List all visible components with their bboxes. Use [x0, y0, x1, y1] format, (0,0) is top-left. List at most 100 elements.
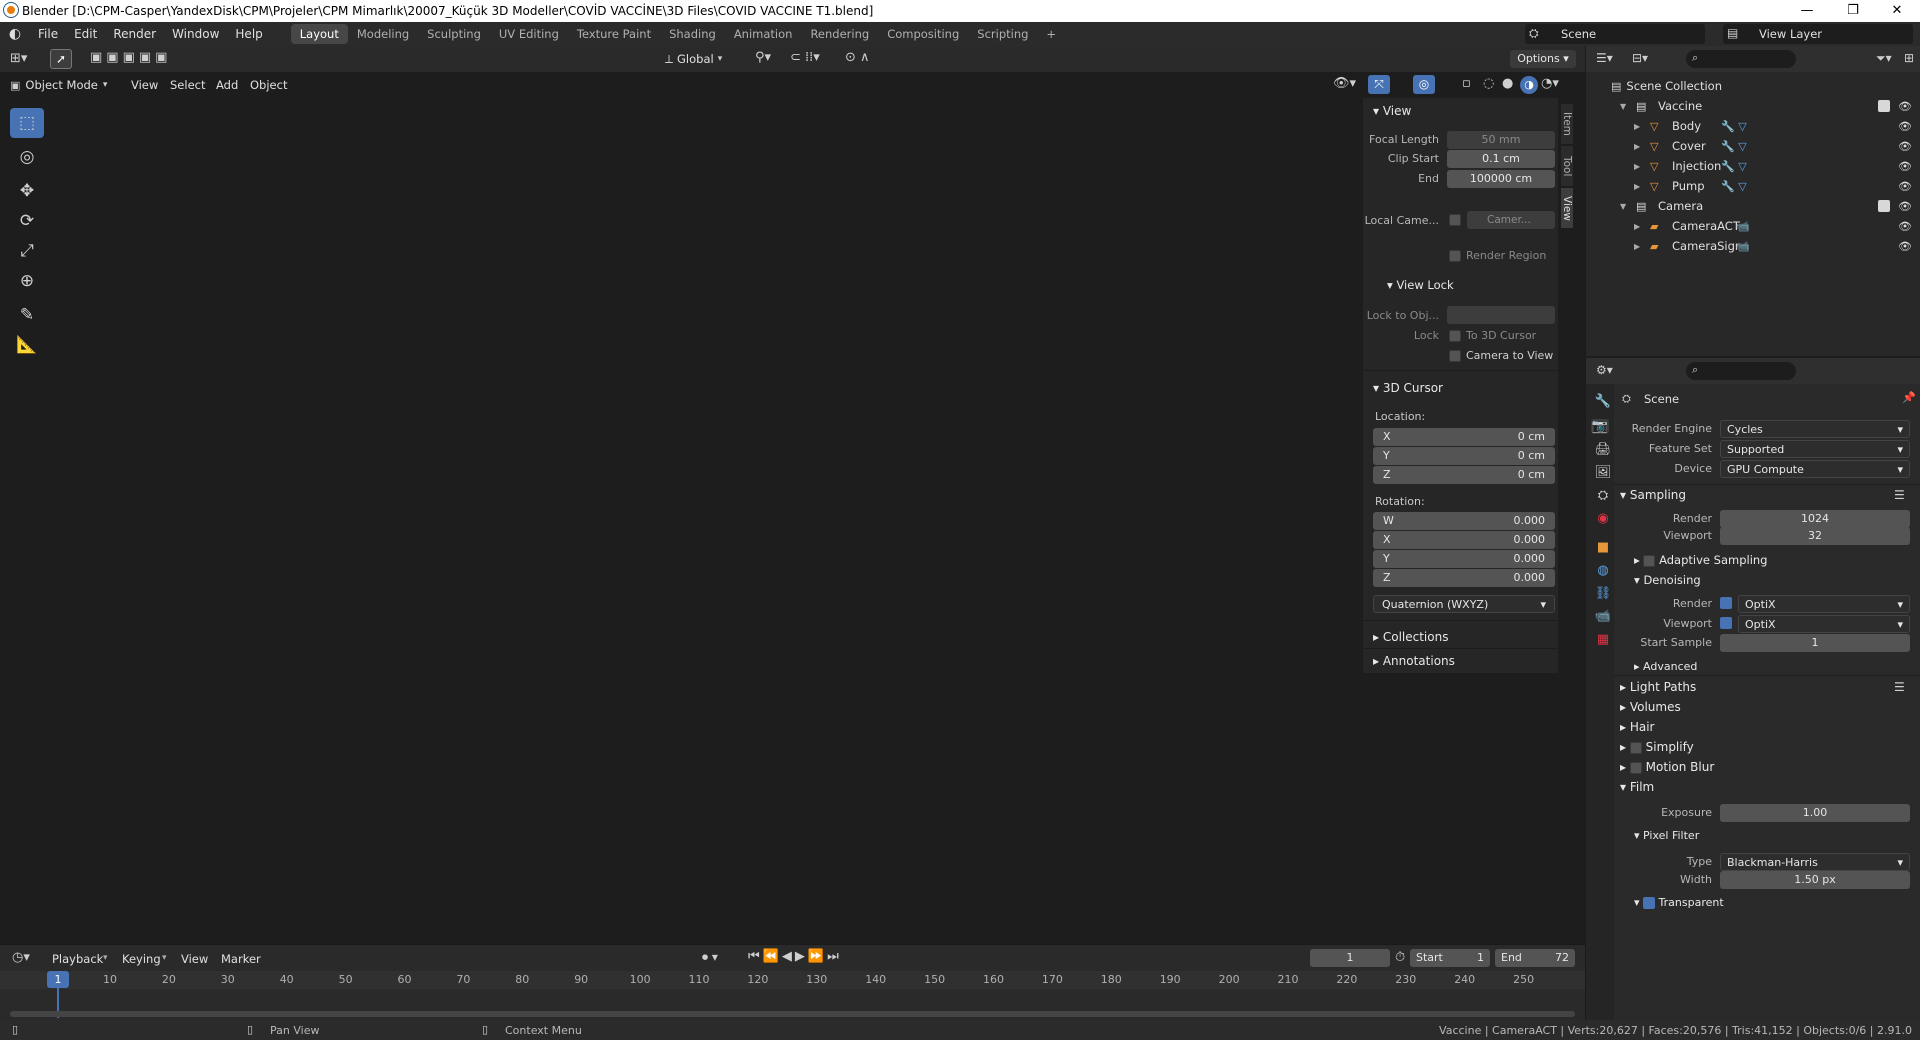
outliner-row-body[interactable]: ▶ ▽ Body 🔧 ▽ 👁	[1586, 116, 1920, 136]
annotations-header[interactable]: ▸ Annotations	[1373, 654, 1455, 668]
constraints-tab-icon[interactable]: ⛓	[1592, 586, 1614, 601]
filter-icon[interactable]: ⏷▾	[1876, 51, 1892, 66]
tab-item[interactable]: Item	[1561, 104, 1573, 144]
menu-add[interactable]: Add	[216, 78, 238, 92]
move-icon[interactable]: ✥	[10, 176, 44, 206]
outliner-row-pump[interactable]: ▶ ▽ Pump 🔧 ▽ 👁	[1586, 176, 1920, 196]
expand-right-icon[interactable]: ▶	[1634, 162, 1646, 171]
render-region-checkbox[interactable]	[1449, 250, 1461, 262]
collection-exclude-checkbox[interactable]	[1878, 200, 1890, 212]
measure-icon[interactable]: 📐	[10, 330, 44, 360]
expand-right-icon[interactable]: ▶	[1634, 222, 1646, 231]
presets-list-icon[interactable]: ☰	[1894, 488, 1905, 502]
tab-modeling[interactable]: Modeling	[348, 24, 418, 44]
local-camera-field[interactable]: Camer...	[1467, 211, 1555, 229]
tab-texture-paint[interactable]: Texture Paint	[568, 24, 660, 44]
rotation-x-field[interactable]: X 0.000	[1373, 531, 1555, 549]
expand-down-icon[interactable]: ▼	[1620, 202, 1632, 211]
render-engine-dropdown[interactable]: Cycles ▾	[1720, 420, 1910, 438]
minimize-button[interactable]: —	[1784, 0, 1830, 22]
motion-blur-checkbox[interactable]	[1629, 761, 1642, 774]
tab-compositing[interactable]: Compositing	[878, 24, 968, 44]
xray-icon[interactable]: ▫	[1462, 76, 1471, 91]
visibility-eye-icon[interactable]: 👁	[1898, 160, 1912, 173]
advanced-header[interactable]: ▸ Advanced	[1634, 660, 1697, 673]
focal-length-field[interactable]: 50 mm	[1447, 131, 1555, 149]
volumes-header[interactable]: ▸ Volumes	[1620, 700, 1681, 714]
menu-edit[interactable]: Edit	[66, 27, 105, 41]
visibility-eye-icon[interactable]: 👁	[1898, 240, 1912, 253]
object-mode-dropdown[interactable]: ▣ Object Mode ▾	[10, 75, 120, 95]
outliner-row-vaccine[interactable]: ▼ ▤ Vaccine 👁	[1586, 96, 1920, 116]
outliner-row-camera[interactable]: ▼ ▤ Camera 👁	[1586, 196, 1920, 216]
close-button[interactable]: ✕	[1874, 0, 1920, 22]
hair-header[interactable]: ▸ Hair	[1620, 720, 1655, 734]
physics-tab-icon[interactable]: ◍	[1592, 563, 1614, 578]
current-frame-field[interactable]: 1	[1310, 949, 1390, 967]
editor-type-icon[interactable]: ⊞▾	[10, 51, 27, 66]
navigation-gizmo[interactable]: X Z Y	[1270, 97, 1350, 177]
expand-right-icon[interactable]: ▶	[1634, 142, 1646, 151]
outliner-row-cameraact[interactable]: ▶ ▰ CameraACT 📹 👁	[1586, 216, 1920, 236]
outliner-row-camerasign[interactable]: ▶ ▰ CameraSign 📹 👁	[1586, 236, 1920, 256]
to-3d-cursor-checkbox[interactable]	[1449, 330, 1461, 342]
start-frame-field[interactable]: Start 1	[1410, 949, 1490, 967]
view-lock-header[interactable]: ▾ View Lock	[1387, 278, 1454, 292]
transparent-header[interactable]: ▾ Transparent	[1634, 896, 1724, 909]
menu-view[interactable]: View	[131, 78, 158, 92]
camera-view-icon[interactable]: 🎥	[1334, 254, 1353, 272]
transparent-checkbox[interactable]	[1643, 897, 1656, 909]
denoising-header[interactable]: ▾ Denoising	[1634, 573, 1701, 587]
render-tab-icon[interactable]: 📷	[1591, 419, 1609, 434]
motion-blur-header[interactable]: ▸ Motion Blur	[1620, 760, 1714, 774]
3d-viewport[interactable]: VACCINE COVID-19 Camera Perspective (1) …	[0, 72, 1585, 944]
tab-sculpting[interactable]: Sculpting	[418, 24, 490, 44]
shading-wireframe-icon[interactable]: ◌	[1483, 76, 1494, 91]
select-tool-icon[interactable]: ➚	[50, 49, 72, 69]
zoom-icon[interactable]: ⊕	[1334, 195, 1347, 213]
tab-rendering[interactable]: Rendering	[801, 24, 878, 44]
tab-layout[interactable]: Layout	[290, 24, 348, 44]
menu-select[interactable]: Select	[170, 78, 205, 92]
camera-to-view-checkbox[interactable]	[1449, 350, 1461, 362]
scene-selector[interactable]: ⛭ Scene	[1525, 24, 1705, 44]
expand-right-icon[interactable]: ▶	[1634, 182, 1646, 191]
annotate-icon[interactable]: ✎	[10, 300, 44, 330]
gizmo-toggle-icon[interactable]: ⤧	[1368, 75, 1390, 94]
expand-right-icon[interactable]: ▶	[1634, 242, 1646, 251]
select-box-icon[interactable]: ⬚	[10, 108, 44, 138]
outliner-row-cover[interactable]: ▶ ▽ Cover 🔧 ▽ 👁	[1586, 136, 1920, 156]
overlay-toggle-icon[interactable]: ◎	[1413, 75, 1435, 94]
texture-tab-icon[interactable]: ▦	[1592, 632, 1614, 647]
menu-render[interactable]: Render	[105, 27, 164, 41]
rotate-icon[interactable]: ⟳	[10, 206, 44, 236]
properties-search-input[interactable]: ⌕	[1686, 362, 1796, 380]
transform-icon[interactable]: ⊕	[10, 266, 44, 296]
light-paths-header[interactable]: ▸ Light Paths	[1620, 680, 1696, 694]
simplify-checkbox[interactable]	[1629, 741, 1642, 754]
outliner-row-injection[interactable]: ▶ ▽ Injection 🔧 ▽ 👁	[1586, 156, 1920, 176]
tab-animation[interactable]: Animation	[725, 24, 802, 44]
render-samples-field[interactable]: 1024	[1720, 510, 1910, 528]
scale-icon[interactable]: ⤢	[10, 236, 44, 266]
exposure-field[interactable]: 1.00	[1720, 804, 1910, 822]
menu-playback[interactable]: Playback	[52, 952, 103, 966]
rotation-w-field[interactable]: W 0.000	[1373, 512, 1555, 530]
collections-header[interactable]: ▸ Collections	[1373, 630, 1448, 644]
filter-width-field[interactable]: 1.50 px	[1720, 871, 1910, 889]
outliner-search-input[interactable]: ⌕	[1686, 50, 1796, 68]
viewport-samples-field[interactable]: 32	[1720, 527, 1910, 545]
menu-file[interactable]: File	[30, 27, 66, 41]
light-paths-presets-icon[interactable]: ☰	[1894, 680, 1905, 694]
menu-timeline-view[interactable]: View	[181, 952, 208, 966]
denoise-viewport-dropdown[interactable]: OptiX ▾	[1738, 615, 1910, 633]
outliner-editor-icon[interactable]: ☰▾	[1596, 51, 1613, 65]
device-dropdown[interactable]: GPU Compute ▾	[1720, 460, 1910, 478]
denoise-render-checkbox[interactable]	[1720, 597, 1732, 609]
visibility-eye-icon[interactable]: 👁	[1898, 120, 1912, 133]
denoise-viewport-checkbox[interactable]	[1720, 617, 1732, 629]
3d-cursor-header[interactable]: ▾ 3D Cursor	[1373, 381, 1443, 395]
tab-uv-editing[interactable]: UV Editing	[490, 24, 568, 44]
menu-help[interactable]: Help	[227, 27, 270, 41]
blender-menu-icon[interactable]: ◐	[0, 26, 30, 42]
